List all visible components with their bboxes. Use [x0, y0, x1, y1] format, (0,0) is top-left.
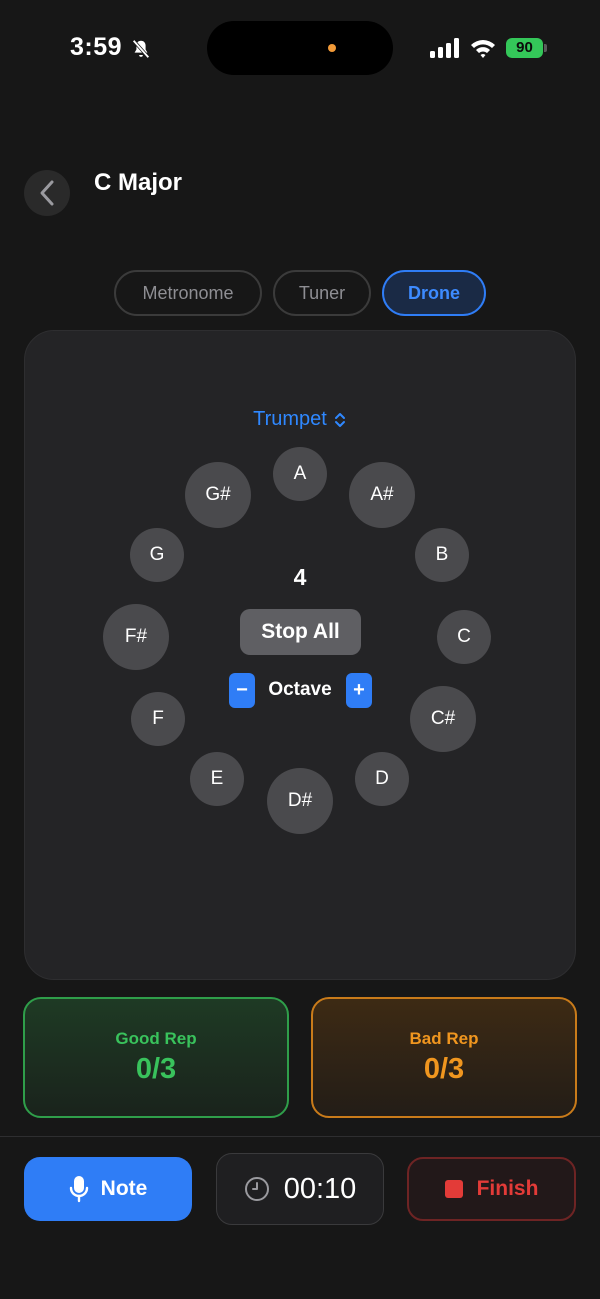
note-record-button[interactable]: Note	[24, 1157, 192, 1221]
battery-cap	[544, 44, 547, 52]
note-button-g-sharp[interactable]: G#	[185, 462, 251, 528]
stop-all-button[interactable]: Stop All	[240, 609, 361, 655]
bad-rep-button[interactable]: Bad Rep 0/3	[311, 997, 577, 1118]
good-rep-count: 0/3	[135, 1053, 177, 1085]
note-button-b[interactable]: B	[415, 528, 469, 582]
microphone-icon	[69, 1176, 88, 1203]
note-button-f-sharp[interactable]: F#	[103, 604, 169, 670]
dynamic-island	[207, 21, 393, 75]
bad-rep-label: Bad Rep	[409, 1029, 479, 1048]
octave-decrease-button[interactable]: −	[229, 673, 255, 708]
good-rep-label: Good Rep	[115, 1029, 197, 1048]
note-button-a[interactable]: A	[273, 447, 327, 501]
bell-slash-icon	[132, 39, 150, 59]
note-button-c[interactable]: C	[437, 610, 491, 664]
note-button-f[interactable]: F	[131, 692, 185, 746]
good-rep-button[interactable]: Good Rep 0/3	[23, 997, 289, 1118]
tab-tuner[interactable]: Tuner	[273, 270, 371, 316]
clock-icon	[244, 1177, 269, 1201]
bad-rep-count: 0/3	[423, 1053, 465, 1085]
note-button-c-sharp[interactable]: C#	[410, 686, 476, 752]
note-button-a-sharp[interactable]: A#	[349, 462, 415, 528]
note-button-label: Note	[100, 1177, 148, 1200]
bottom-divider	[0, 1136, 600, 1137]
finish-button-label: Finish	[476, 1177, 539, 1200]
battery-level: 90	[506, 38, 543, 58]
instrument-picker[interactable]: Trumpet	[200, 408, 400, 431]
page-title: C Major	[94, 169, 183, 196]
stop-square-icon	[444, 1180, 463, 1198]
chevron-left-icon	[40, 180, 54, 206]
instrument-label: Trumpet	[253, 408, 327, 430]
note-button-d[interactable]: D	[355, 752, 409, 806]
tab-metronome[interactable]: Metronome	[114, 270, 262, 316]
session-timer: 00:10	[216, 1153, 384, 1225]
tab-drone[interactable]: Drone	[382, 270, 486, 316]
octave-value: 4	[293, 564, 307, 590]
back-button[interactable]	[24, 170, 70, 216]
octave-label: Octave	[268, 679, 332, 700]
status-time: 3:59	[70, 33, 123, 61]
note-button-e[interactable]: E	[190, 752, 244, 806]
timer-value: 00:10	[283, 1172, 357, 1205]
finish-button[interactable]: Finish	[407, 1157, 576, 1221]
octave-increase-button[interactable]: +	[346, 673, 372, 708]
chevron-up-down-icon	[334, 412, 345, 427]
cellular-signal-icon	[430, 38, 459, 58]
wifi-icon	[471, 40, 495, 58]
privacy-indicator-dot	[328, 44, 336, 52]
note-button-g[interactable]: G	[130, 528, 184, 582]
note-button-d-sharp[interactable]: D#	[267, 768, 333, 834]
